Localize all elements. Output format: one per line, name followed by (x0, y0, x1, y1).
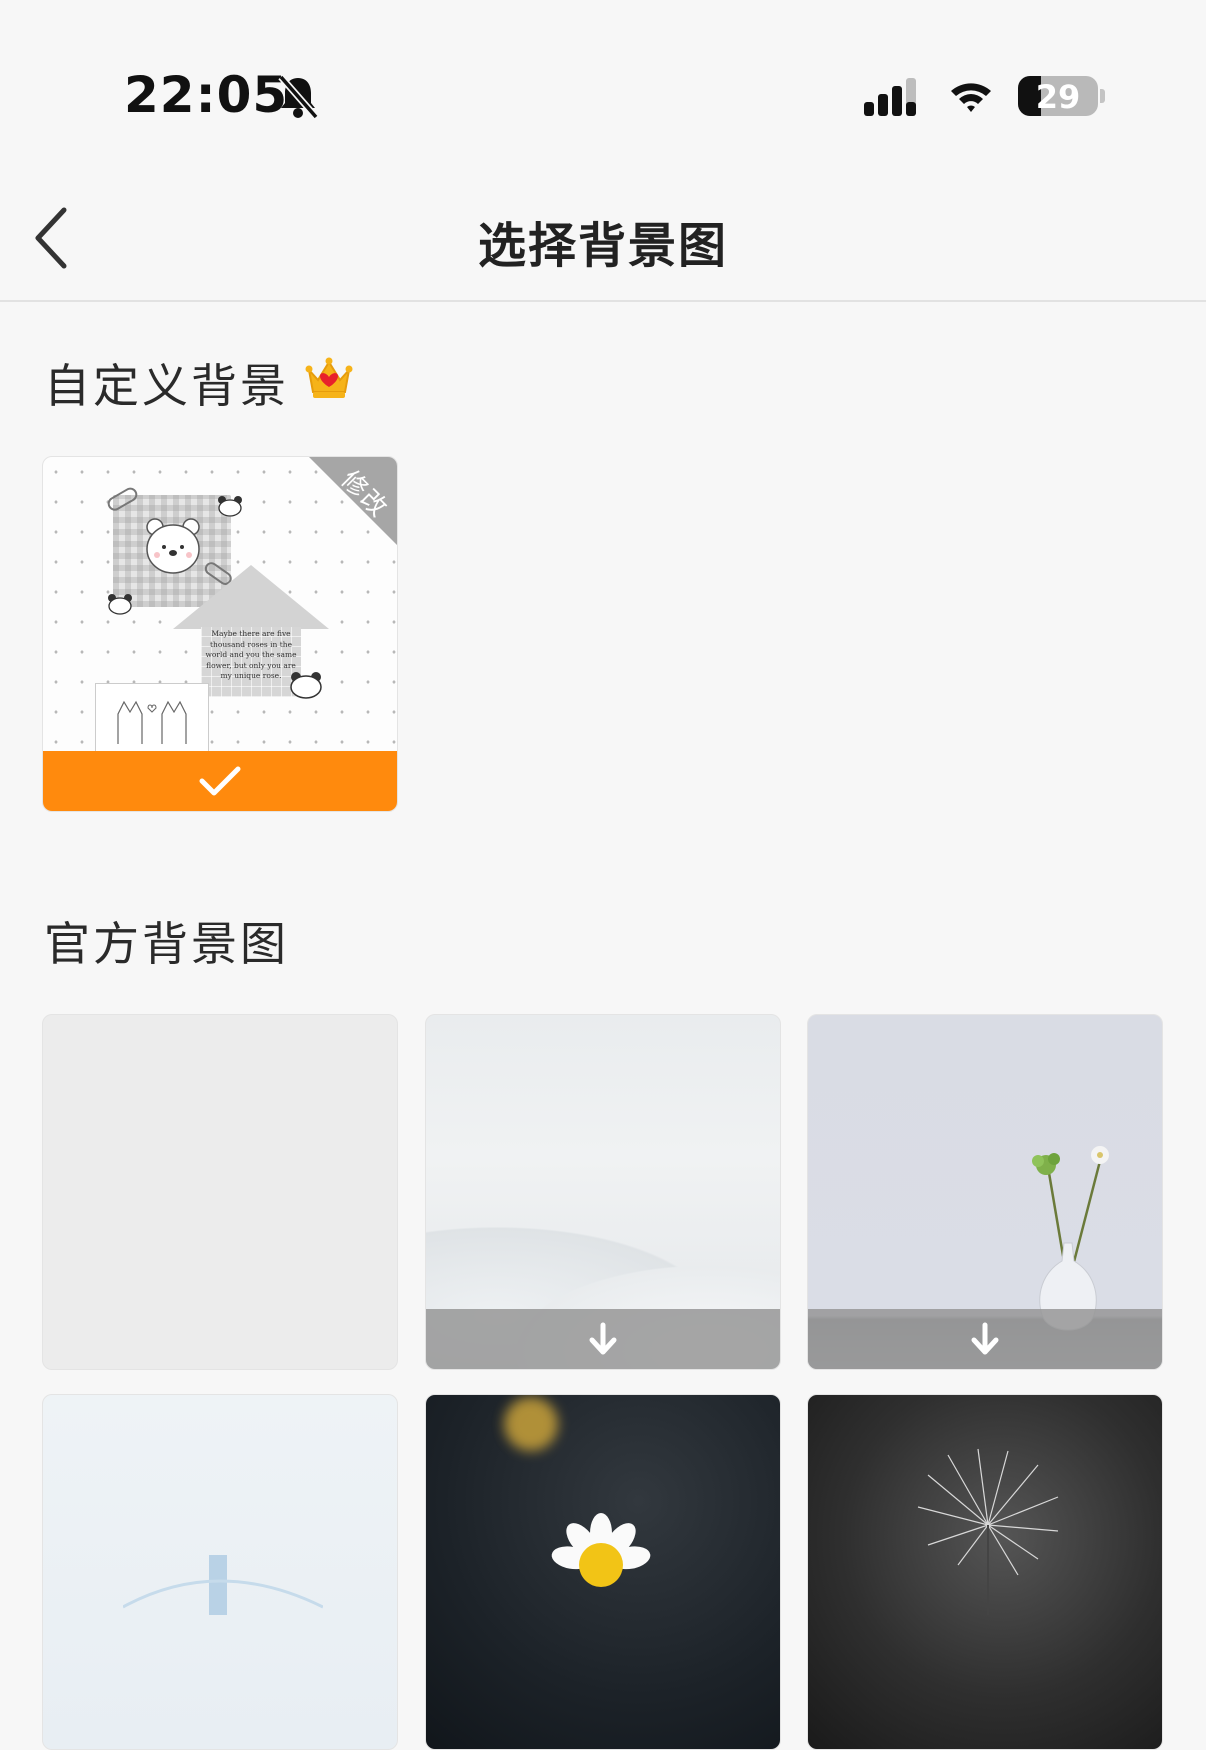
panda-sticker-icon (218, 496, 242, 517)
page-title: 选择背景图 (477, 218, 728, 274)
paperclip-icon (107, 487, 138, 511)
house-quote-text: Maybe there are five thousand roses in t… (205, 629, 297, 680)
download-bar[interactable] (426, 1309, 780, 1369)
status-time: 22:05 (124, 66, 289, 124)
official-bg-daisy[interactable] (425, 1394, 781, 1750)
official-section-title: 官方背景图 (44, 917, 289, 971)
bokeh-light (504, 1397, 558, 1451)
daisy-flower-image (551, 1513, 651, 1587)
download-arrow-icon (589, 1322, 617, 1355)
cellular-signal-icon (864, 78, 916, 116)
cat-sketch-icon (117, 700, 187, 744)
battery-icon: 29 (1018, 76, 1105, 116)
dandelion-image (917, 1448, 1059, 1615)
status-bar: 22:05 29 (0, 0, 1206, 180)
wifi-icon (951, 83, 991, 112)
selected-indicator-bar (43, 751, 397, 811)
official-bg-vase-flowers[interactable] (807, 1014, 1163, 1370)
official-bg-dandelion[interactable] (807, 1394, 1163, 1750)
nav-bar: 选择背景图 (0, 180, 1206, 302)
cat-drawing-card (95, 683, 209, 755)
battery-level: 29 (1035, 78, 1081, 116)
download-arrow-icon (971, 1322, 999, 1355)
panda-sticker-icon (108, 594, 132, 615)
panda-sticker-icon (290, 672, 322, 699)
custom-background-thumb[interactable]: Maybe there are five thousand roses in t… (42, 456, 398, 812)
custom-section-title: 自定义背景 (44, 359, 289, 413)
crown-icon (305, 357, 353, 398)
bridge-image (123, 1555, 323, 1615)
checkmark-icon (199, 766, 241, 796)
download-bar[interactable] (808, 1309, 1162, 1369)
official-bg-white-dunes[interactable] (425, 1014, 781, 1370)
official-bg-plain-gray[interactable] (42, 1014, 398, 1370)
bell-muted-icon (278, 74, 319, 120)
official-bg-misty-bridge[interactable] (42, 1394, 398, 1750)
house-roof (173, 565, 329, 629)
